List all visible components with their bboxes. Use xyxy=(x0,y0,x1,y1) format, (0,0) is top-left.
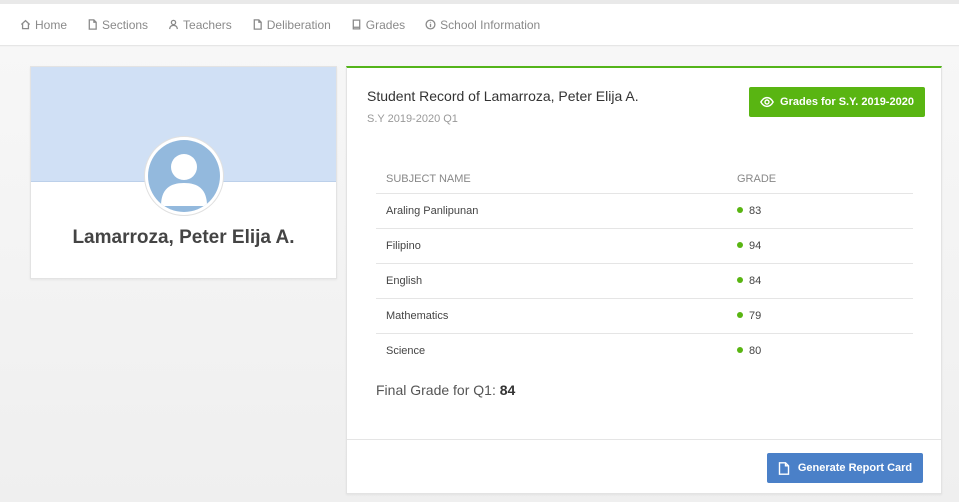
record-subtitle: S.Y 2019-2020 Q1 xyxy=(367,113,458,125)
grade-value: 79 xyxy=(749,309,762,322)
status-dot xyxy=(737,241,743,248)
status-dot xyxy=(737,276,743,283)
final-grade-value: 84 xyxy=(499,382,516,398)
student-name: Lamarroza, Peter Elija A. xyxy=(72,227,295,248)
generate-report-card-button[interactable]: Generate Report Card xyxy=(767,453,923,483)
table-row: Science 80 xyxy=(376,333,913,368)
nav-label: Sections xyxy=(102,17,149,32)
column-header-subject: SUBJECT NAME xyxy=(376,166,727,194)
home-icon xyxy=(20,19,31,30)
grade-value: 80 xyxy=(749,344,762,357)
profile-card: Lamarroza, Peter Elija A. xyxy=(30,66,337,279)
subject-cell: Filipino xyxy=(376,228,727,264)
grade-value: 83 xyxy=(749,204,762,217)
grade-cell: 94 xyxy=(727,228,913,264)
grade-value: 84 xyxy=(749,274,762,287)
nav-label: School Information xyxy=(440,17,541,32)
table-row: Araling Panlipunan 83 xyxy=(376,193,913,229)
grades-table: SUBJECT NAME GRADE Araling Panlipunan 83… xyxy=(376,166,913,368)
card-footer: Generate Report Card xyxy=(347,439,941,494)
final-grade: Final Grade for Q1: 84 xyxy=(376,382,515,398)
nav-label: Grades xyxy=(365,17,406,32)
book-icon xyxy=(352,19,361,30)
file-icon xyxy=(253,19,262,30)
student-record-card: Student Record of Lamarroza, Peter Elija… xyxy=(346,66,942,494)
subject-cell: Araling Panlipunan xyxy=(376,193,727,229)
document-icon xyxy=(778,461,790,475)
nav-item-school-information[interactable]: School Information xyxy=(425,18,540,32)
info-icon xyxy=(425,19,436,30)
grade-cell: 84 xyxy=(727,263,913,299)
nav-label: Deliberation xyxy=(266,17,331,32)
status-dot xyxy=(737,346,743,353)
nav-item-grades[interactable]: Grades xyxy=(351,18,405,32)
user-avatar-icon xyxy=(161,154,207,206)
record-title: Student Record of Lamarroza, Peter Elija… xyxy=(367,88,639,104)
top-navbar: Home Sections Teachers Deliberation Grad… xyxy=(0,4,959,46)
status-dot xyxy=(737,206,743,213)
table-row: English 84 xyxy=(376,263,913,299)
status-dot xyxy=(737,311,743,318)
nav-label: Home xyxy=(35,17,68,32)
nav-item-teachers[interactable]: Teachers xyxy=(168,18,232,32)
column-header-grade: GRADE xyxy=(727,166,913,194)
grade-cell: 83 xyxy=(727,193,913,229)
avatar xyxy=(145,137,223,215)
table-row: Mathematics 79 xyxy=(376,298,913,334)
grade-value: 94 xyxy=(749,239,762,252)
table-row: Filipino 94 xyxy=(376,228,913,264)
eye-icon xyxy=(760,96,774,108)
file-icon xyxy=(88,19,97,30)
subject-cell: Mathematics xyxy=(376,298,727,334)
table-header-row: SUBJECT NAME GRADE xyxy=(376,166,913,194)
generate-report-label: Generate Report Card xyxy=(797,462,913,474)
view-grades-label: Grades for S.Y. 2019-2020 xyxy=(780,96,914,108)
nav-item-home[interactable]: Home xyxy=(20,18,67,32)
grade-cell: 80 xyxy=(727,333,913,368)
nav-label: Teachers xyxy=(183,17,232,32)
nav-item-sections[interactable]: Sections xyxy=(87,18,148,32)
final-grade-label: Final Grade for Q1: xyxy=(376,382,496,398)
nav-item-deliberation[interactable]: Deliberation xyxy=(252,18,331,32)
user-icon xyxy=(169,19,179,30)
grade-cell: 79 xyxy=(727,298,913,334)
subject-cell: English xyxy=(376,263,727,299)
subject-cell: Science xyxy=(386,344,426,357)
view-grades-button[interactable]: Grades for S.Y. 2019-2020 xyxy=(749,87,925,117)
